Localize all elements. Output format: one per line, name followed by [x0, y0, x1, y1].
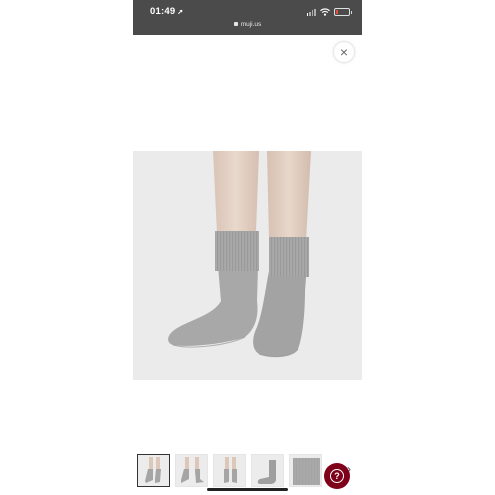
home-indicator [207, 488, 288, 491]
thumbnail-2[interactable] [175, 454, 208, 487]
cellular-signal-icon [306, 8, 316, 16]
battery-icon [334, 8, 352, 16]
battery-level [336, 10, 338, 14]
address-bar[interactable]: muji.us [133, 21, 362, 28]
close-button[interactable]: × [334, 42, 354, 62]
help-button[interactable]: ? [324, 463, 350, 489]
clock-text: 01:49 [150, 6, 176, 17]
thumbnail-1[interactable] [137, 454, 170, 487]
status-icons [306, 8, 352, 16]
wifi-icon [320, 8, 330, 16]
lock-icon [233, 22, 238, 27]
question-icon: ? [330, 469, 344, 483]
phone-screen: 01:49 ➚ muji.us × › ? [133, 0, 362, 495]
url-text: muji.us [240, 21, 262, 28]
thumbnail-5[interactable] [289, 454, 322, 487]
status-time: 01:49 ➚ [150, 6, 183, 17]
socks-photo [168, 151, 311, 358]
product-image [133, 151, 362, 380]
thumbnail-strip [137, 454, 322, 487]
status-bar: 01:49 ➚ muji.us [133, 0, 362, 35]
thumbnail-4[interactable] [251, 454, 284, 487]
location-icon: ➚ [177, 9, 184, 16]
thumbnail-3[interactable] [213, 454, 246, 487]
